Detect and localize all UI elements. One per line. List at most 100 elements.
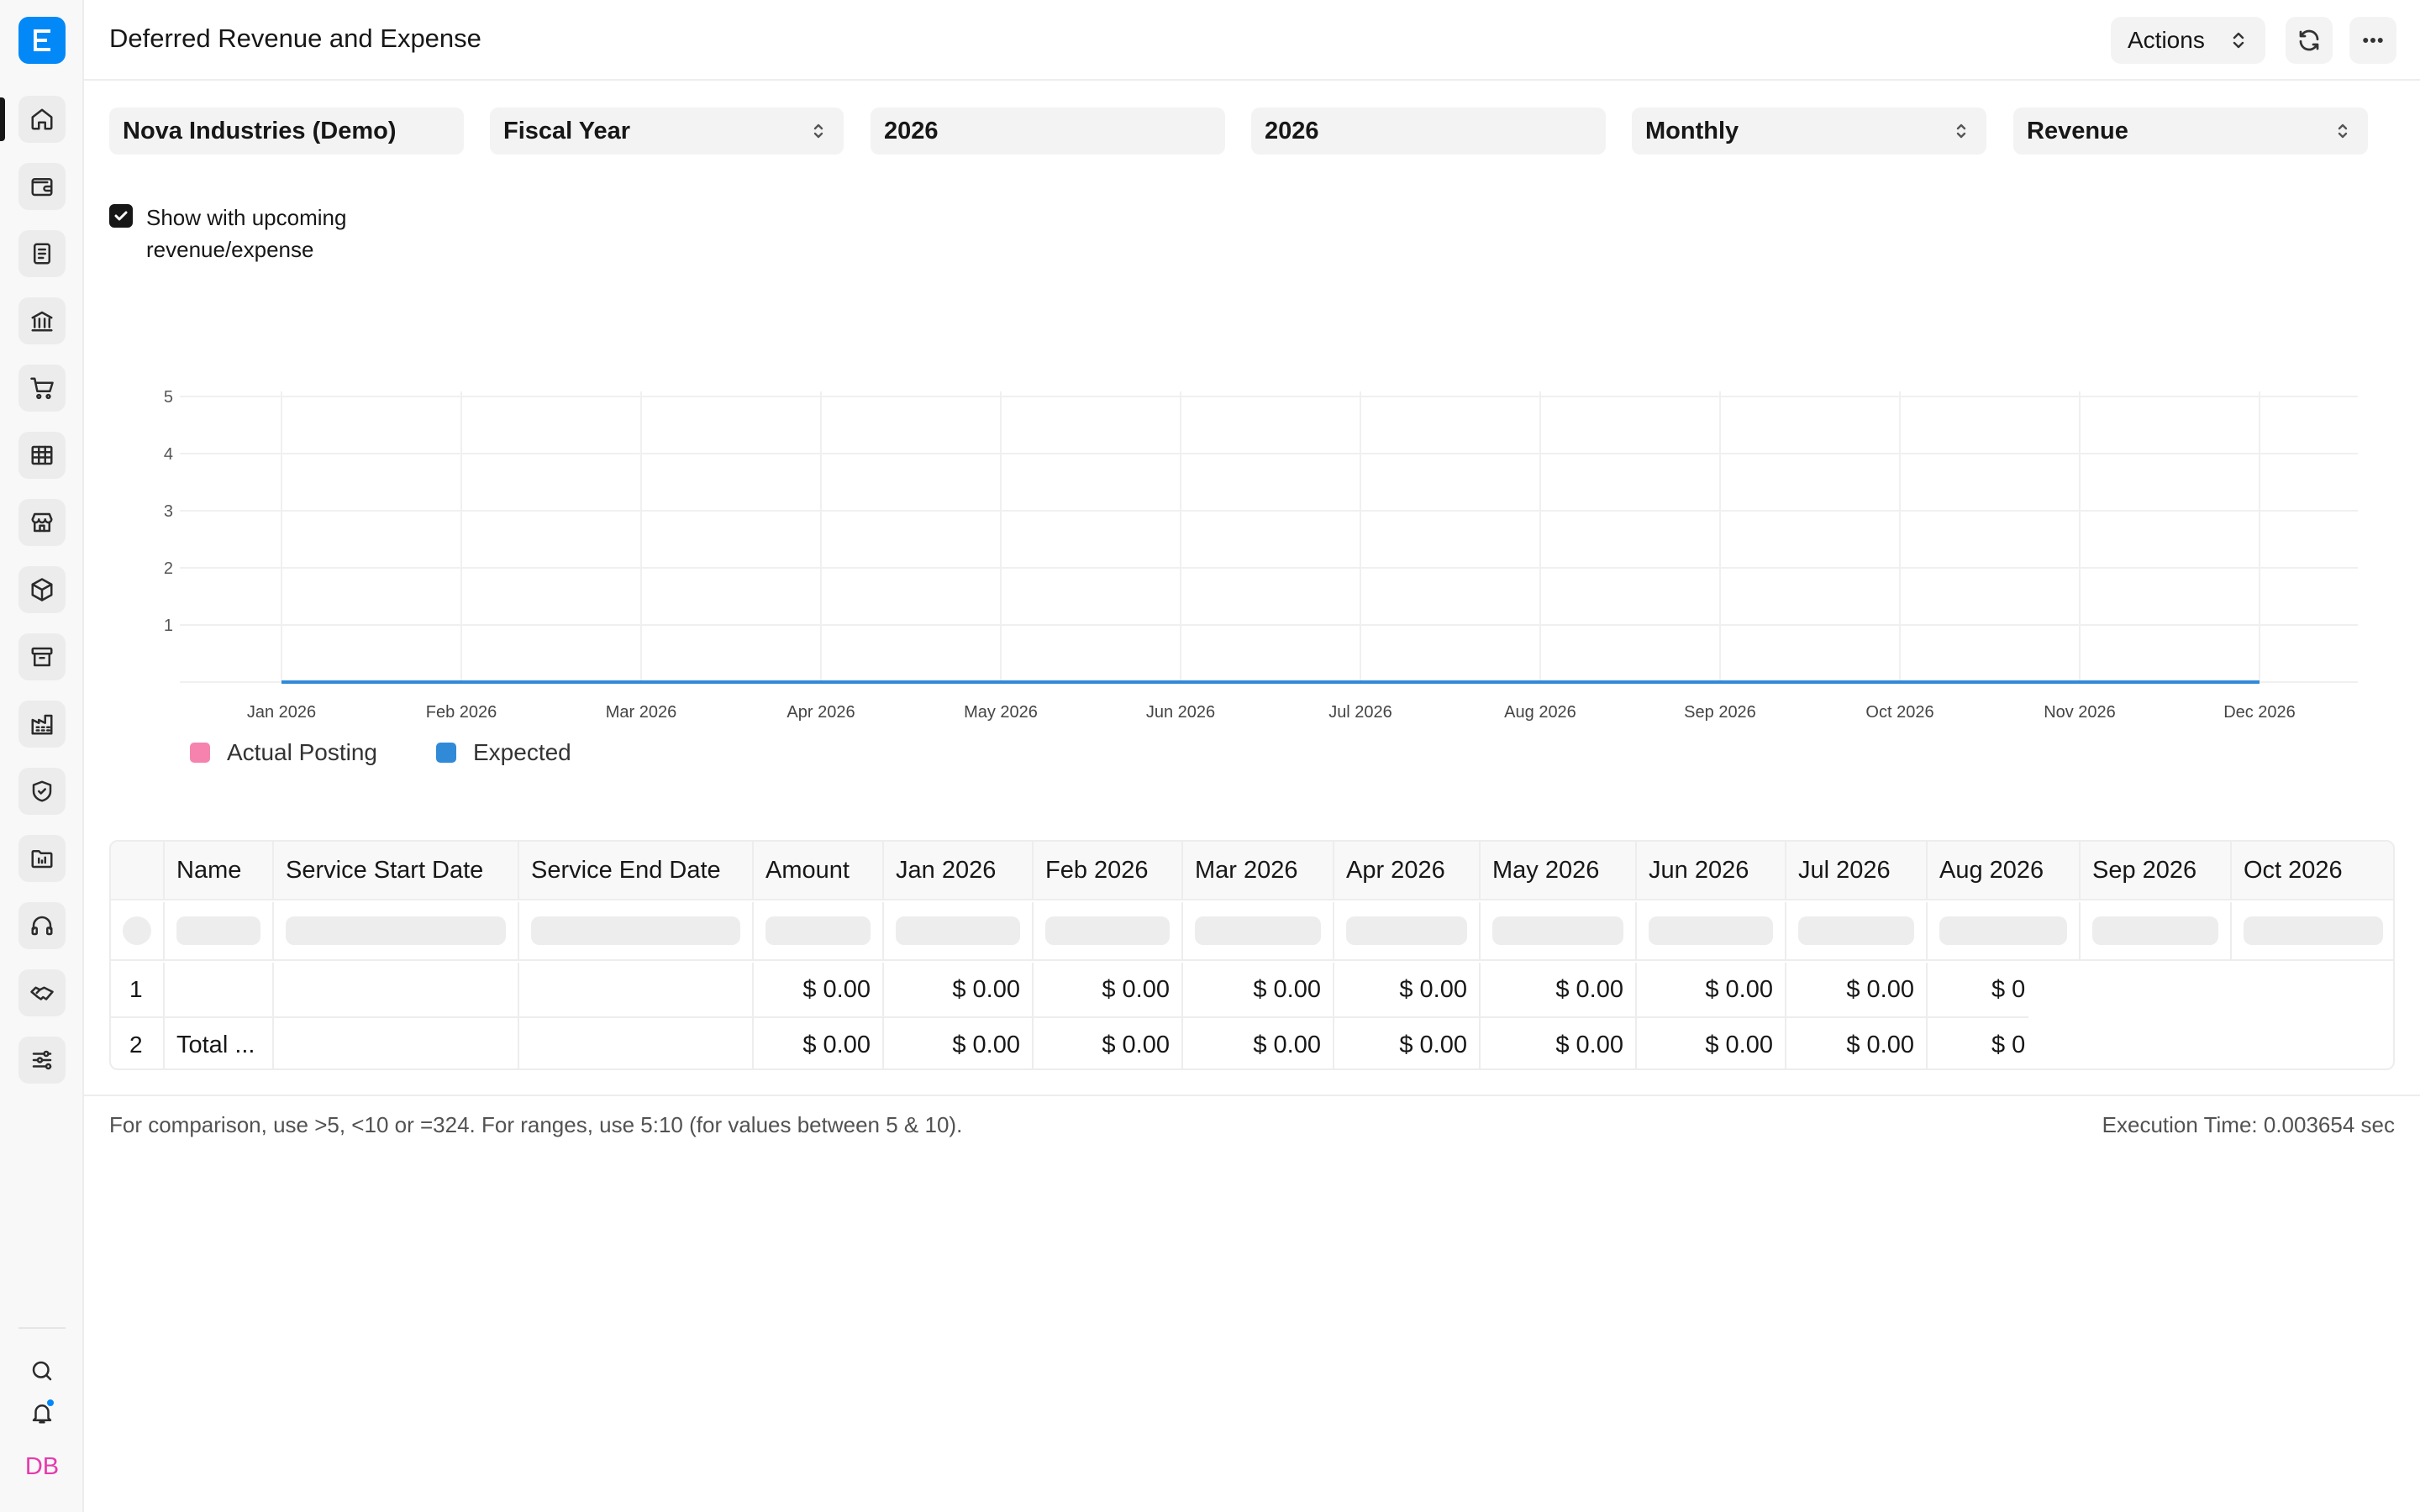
column-header[interactable]: Service Start Date — [274, 842, 519, 899]
cell-month[interactable]: $ 0.00 — [1637, 1018, 1786, 1068]
column-header[interactable]: May 2026 — [1481, 842, 1637, 899]
sidebar: DB — [0, 0, 84, 1512]
app-logo[interactable] — [18, 17, 66, 64]
cell-service-end[interactable] — [519, 1018, 754, 1068]
avatar[interactable]: DB — [18, 1443, 66, 1490]
column-filter-input[interactable] — [165, 902, 274, 959]
cell-month[interactable]: $ 0.00 — [1786, 1018, 1928, 1068]
cell-month-clipped[interactable]: $ 0 — [1928, 963, 2028, 1016]
cell-month[interactable]: $ 0.00 — [1637, 963, 1786, 1016]
actions-button[interactable]: Actions — [2111, 17, 2265, 64]
sidebar-item-reports[interactable] — [18, 432, 66, 479]
sidebar-item-settings[interactable] — [18, 1037, 66, 1084]
sidebar-item-accounting[interactable] — [18, 163, 66, 210]
legend-item-actual-posting[interactable]: Actual Posting — [190, 739, 377, 766]
column-header[interactable]: Service End Date — [519, 842, 754, 899]
file-text-icon — [34, 243, 50, 265]
column-filter-input[interactable] — [884, 902, 1034, 959]
cell-month-clipped[interactable]: $ 0 — [1928, 1018, 2028, 1068]
from-fiscal-year-field[interactable]: 2026 — [871, 108, 1225, 155]
folder-icon — [31, 850, 53, 869]
column-filter-input[interactable] — [1183, 902, 1334, 959]
sidebar-item-crm[interactable] — [18, 969, 66, 1016]
cell-month[interactable]: $ 0.00 — [1334, 1018, 1481, 1068]
cell-month[interactable]: $ 0.00 — [1034, 963, 1183, 1016]
cell-month[interactable]: $ 0.00 — [1481, 963, 1637, 1016]
table-row[interactable]: 2 Total ... $ 0.00 $ 0.00 $ 0.00 $ 0.00 … — [111, 1018, 2028, 1068]
sidebar-item-support[interactable] — [18, 902, 66, 949]
x-tick-label: Feb 2026 — [426, 703, 497, 722]
column-header[interactable]: Oct 2026 — [2232, 842, 2393, 899]
archive-icon — [31, 647, 53, 667]
cell-month[interactable]: $ 0.00 — [1334, 963, 1481, 1016]
column-filter-input[interactable] — [1786, 902, 1928, 959]
filter-based-on-select[interactable]: Fiscal Year — [490, 108, 844, 155]
periodicity-select[interactable]: Monthly — [1632, 108, 1986, 155]
cell-name[interactable]: Total ... — [165, 1018, 274, 1068]
cell-service-end[interactable] — [519, 963, 754, 1016]
cell-month[interactable]: $ 0.00 — [1183, 963, 1334, 1016]
column-filter-input[interactable] — [2081, 902, 2232, 959]
refresh-button[interactable] — [2286, 17, 2333, 64]
y-tick-label: 5 — [164, 388, 173, 407]
company-filter[interactable]: Nova Industries (Demo) — [109, 108, 464, 155]
column-filter-input[interactable] — [1637, 902, 1786, 959]
column-header[interactable]: Jun 2026 — [1637, 842, 1786, 899]
cell-amount[interactable]: $ 0.00 — [754, 1018, 884, 1068]
column-header[interactable]: Sep 2026 — [2081, 842, 2232, 899]
column-header[interactable]: Name — [165, 842, 274, 899]
column-header[interactable]: Amount — [754, 842, 884, 899]
sidebar-item-banking[interactable] — [18, 297, 66, 344]
show-upcoming-checkbox[interactable] — [109, 204, 133, 228]
column-header[interactable]: Mar 2026 — [1183, 842, 1334, 899]
cell-name[interactable] — [165, 963, 274, 1016]
cell-service-start[interactable] — [274, 963, 519, 1016]
sidebar-item-quality[interactable] — [18, 768, 66, 815]
more-button[interactable] — [2349, 17, 2396, 64]
column-filter-input[interactable] — [519, 902, 754, 959]
legend-item-expected[interactable]: Expected — [436, 739, 571, 766]
sidebar-item-assets[interactable] — [18, 633, 66, 680]
cell-service-start[interactable] — [274, 1018, 519, 1068]
logo-e-icon — [34, 29, 50, 51]
column-filter-input[interactable] — [1928, 902, 2081, 959]
column-header[interactable]: Feb 2026 — [1034, 842, 1183, 899]
store-icon — [31, 512, 53, 533]
x-tick-label: Sep 2026 — [1684, 703, 1756, 722]
sidebar-item-buying[interactable] — [18, 365, 66, 412]
x-tick-label: Mar 2026 — [606, 703, 677, 722]
column-filter-input[interactable] — [2232, 902, 2393, 959]
cell-month[interactable]: $ 0.00 — [884, 963, 1034, 1016]
periodicity-value: Monthly — [1645, 117, 1739, 144]
column-filter-input[interactable] — [1034, 902, 1183, 959]
filter-cell-index — [111, 902, 165, 959]
x-tick-label: Nov 2026 — [2044, 703, 2116, 722]
column-header[interactable]: Jan 2026 — [884, 842, 1034, 899]
sidebar-item-home[interactable] — [18, 96, 66, 143]
sidebar-item-invoicing[interactable] — [18, 230, 66, 277]
type-select[interactable]: Revenue — [2013, 108, 2368, 155]
to-fiscal-year-field[interactable]: 2026 — [1251, 108, 1606, 155]
sidebar-item-selling[interactable] — [18, 499, 66, 546]
cell-month[interactable]: $ 0.00 — [1481, 1018, 1637, 1068]
column-filter-input[interactable] — [1334, 902, 1481, 959]
column-filter-input[interactable] — [754, 902, 884, 959]
cell-month[interactable]: $ 0.00 — [1034, 1018, 1183, 1068]
column-filter-input[interactable] — [274, 902, 519, 959]
cell-amount[interactable]: $ 0.00 — [754, 963, 884, 1016]
cell-month[interactable]: $ 0.00 — [1183, 1018, 1334, 1068]
sidebar-item-projects[interactable] — [18, 835, 66, 882]
notifications-button[interactable] — [18, 1389, 66, 1436]
column-header[interactable]: Aug 2026 — [1928, 842, 2081, 899]
cell-month[interactable]: $ 0.00 — [884, 1018, 1034, 1068]
table-row[interactable]: 1 $ 0.00 $ 0.00 $ 0.00 $ 0.00 $ 0.00 $ 0… — [111, 963, 2028, 1018]
sidebar-item-stock[interactable] — [18, 566, 66, 613]
column-header[interactable]: Apr 2026 — [1334, 842, 1481, 899]
footer-divider — [84, 1095, 2420, 1096]
legend-swatch-expected — [436, 743, 456, 763]
column-filter-input[interactable] — [1481, 902, 1637, 959]
cell-month[interactable]: $ 0.00 — [1786, 963, 1928, 1016]
column-header[interactable]: Jul 2026 — [1786, 842, 1928, 899]
search-button[interactable] — [18, 1347, 66, 1394]
sidebar-item-manufacturing[interactable] — [18, 701, 66, 748]
